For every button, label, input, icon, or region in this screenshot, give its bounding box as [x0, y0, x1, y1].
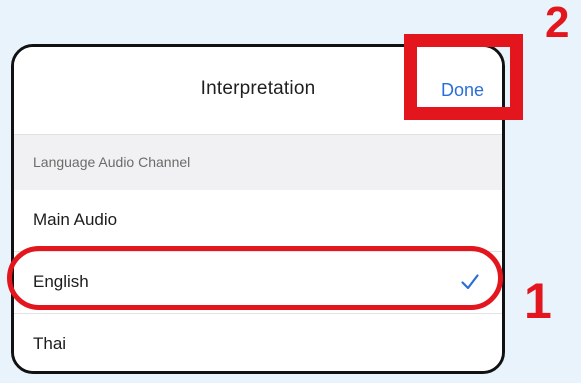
step-2-callout: 2: [545, 0, 570, 47]
option-english[interactable]: English: [14, 252, 502, 314]
dialog-header: Interpretation Done: [14, 47, 502, 135]
option-label: Thai: [33, 334, 67, 353]
interpretation-dialog: Interpretation Done Language Audio Chann…: [11, 44, 505, 374]
step-1-callout: 1: [524, 273, 552, 329]
section-label: Language Audio Channel: [33, 154, 191, 170]
option-thai[interactable]: Thai: [14, 314, 502, 371]
option-label: Main Audio: [33, 210, 118, 229]
done-button[interactable]: Done: [441, 80, 484, 101]
option-main-audio[interactable]: Main Audio: [14, 190, 502, 252]
checkmark-icon: [461, 274, 479, 290]
option-label: English: [33, 272, 89, 291]
section-header: Language Audio Channel: [14, 135, 502, 191]
dialog-title: Interpretation: [200, 78, 316, 99]
